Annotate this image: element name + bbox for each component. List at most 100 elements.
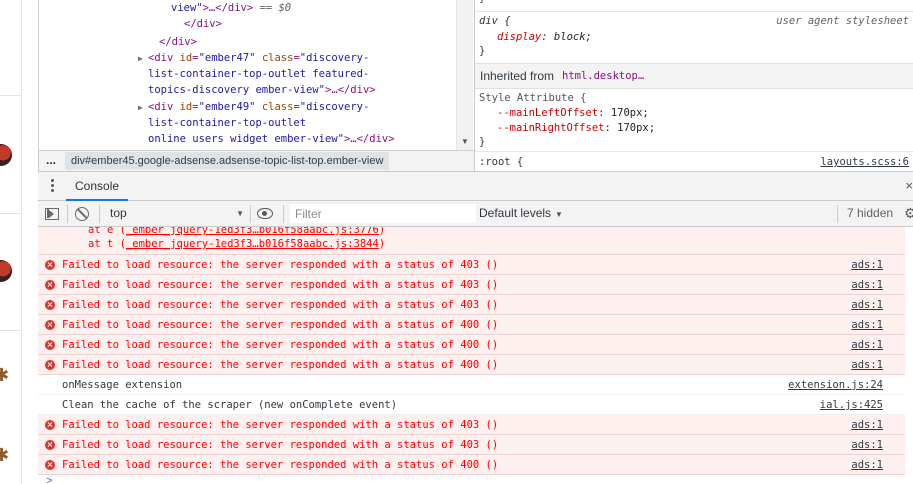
stack-frame-link[interactable]: _ember_jquery-1ed3f3…b016f58aabc.js:3776 [126, 227, 379, 236]
error-message-row[interactable]: × Failed to load resource: the server res… [38, 435, 913, 455]
dom-node-line[interactable]: online users widget ember-view">…</div> [148, 131, 395, 147]
close-drawer-icon[interactable]: × [905, 178, 913, 193]
console-messages[interactable]: at e (_ember_jquery-1ed3f3…b016f58aabc.j… [38, 227, 913, 484]
message-source-link[interactable]: extension.js:24 [788, 375, 883, 395]
error-message-row[interactable]: × Failed to load resource: the server res… [38, 355, 913, 375]
toolbar-divider [67, 205, 68, 223]
message-source-link[interactable]: ads:1 [851, 415, 883, 435]
inherited-element-link[interactable]: html.desktop… [562, 70, 644, 82]
rule-separator [475, 11, 913, 12]
error-message-row[interactable]: × Failed to load resource: the server res… [38, 275, 913, 295]
log-message-row[interactable]: onMessage extension extension.js:24 [38, 375, 913, 395]
root-rule-source-link[interactable]: layouts.scss:6 [820, 155, 909, 170]
style-attr-close: } [479, 136, 486, 148]
ant-avatar-icon[interactable]: ✱ [0, 365, 10, 387]
message-text: Failed to load resource: the server resp… [62, 439, 499, 451]
ant-avatar-icon[interactable]: ✱ [0, 445, 10, 467]
error-message-row[interactable]: × Failed to load resource: the server res… [38, 335, 913, 355]
style-attr-declaration[interactable]: --mainRightOffset: 170px; [497, 121, 655, 136]
message-source-link[interactable]: ads:1 [851, 335, 883, 355]
breadcrumb-selected-node[interactable]: div#ember45.google-adsense.adsense-topic… [65, 152, 390, 170]
error-message-row[interactable]: × Failed to load resource: the server res… [38, 415, 913, 435]
sidebar-toggle-icon[interactable] [45, 208, 59, 220]
expand-triangle-icon[interactable]: ▶ [138, 51, 148, 67]
dom-node-line[interactable]: ▶ <div id="ember49" class="discovery- [138, 99, 369, 115]
console-scrollbar[interactable] [905, 227, 913, 484]
log-message-row[interactable]: Clean the cache of the scraper (new onCo… [38, 395, 913, 415]
context-selector[interactable]: top ▼ [104, 201, 246, 226]
message-source-link[interactable]: ads:1 [851, 275, 883, 295]
log-levels-dropdown[interactable]: Default levels ▼ [479, 201, 563, 226]
message-text: Failed to load resource: the server resp… [62, 299, 499, 311]
styles-panel[interactable]: } div { user agent stylesheet display: b… [474, 0, 913, 171]
dom-node-line[interactable]: </div> [184, 16, 222, 32]
error-icon: × [45, 420, 55, 430]
clear-console-icon[interactable] [75, 207, 89, 221]
elements-panel[interactable]: view">…</div> == $0 </div> </div> ▶ <div id=… [38, 0, 474, 150]
css-prop-value[interactable]: 170px; [617, 122, 655, 134]
dom-token: list-container-top-outlet [148, 117, 307, 129]
message-source-link[interactable]: ads:1 [851, 455, 883, 475]
message-source-link[interactable]: ads:1 [851, 255, 883, 275]
message-source-link[interactable]: ial.js:425 [820, 395, 883, 415]
ua-rule-selector[interactable]: div { [479, 14, 511, 29]
error-message-row[interactable]: × Failed to load resource: the server res… [38, 315, 913, 335]
inherited-from-bar: Inherited from html.desktop… [475, 63, 913, 89]
css-prop-name[interactable]: --mainLeftOffset [497, 107, 598, 119]
breadcrumb-overflow[interactable]: ... [46, 153, 56, 167]
dom-node-line[interactable]: topics-discovery ember-view">…</div> [148, 82, 376, 98]
console-prompt[interactable]: > [38, 475, 913, 484]
css-prop-name[interactable]: display [497, 31, 541, 43]
dom-token: id [179, 101, 193, 113]
error-message-row[interactable]: × Failed to load resource: the server res… [38, 255, 913, 275]
filter-input[interactable] [290, 204, 476, 223]
elements-scrollbar[interactable] [456, 0, 473, 150]
page-strip: ✱ ✱ [0, 0, 22, 484]
style-attribute-header[interactable]: Style Attribute { [479, 91, 586, 106]
expand-triangle-icon[interactable]: ▶ [138, 100, 148, 116]
page-divider [0, 330, 22, 331]
error-message-row[interactable]: × Failed to load resource: the server res… [38, 455, 913, 475]
message-source-link[interactable]: ads:1 [851, 295, 883, 315]
message-source-link[interactable]: ads:1 [851, 435, 883, 455]
dom-node-line[interactable]: list-container-top-outlet [148, 115, 306, 131]
style-attr-declaration[interactable]: --mainLeftOffset: 170px; [497, 106, 649, 121]
user-avatar[interactable] [0, 260, 12, 282]
dom-token: </div> [159, 36, 197, 48]
error-icon: × [45, 280, 55, 290]
stack-trace: at e (_ember_jquery-1ed3f3…b016f58aabc.j… [38, 227, 913, 255]
gear-icon[interactable]: ⚙ [904, 206, 913, 222]
dom-node-line[interactable]: list-container-top-outlet featured- [148, 66, 369, 82]
root-rule-selector[interactable]: :root { [479, 155, 523, 170]
message-source-link[interactable]: ads:1 [851, 315, 883, 335]
error-icon: × [45, 460, 55, 470]
dom-token: "ember47" [198, 52, 256, 64]
console-toolbar: top ▼ Default levels▼ 7 hidden ⚙ [38, 201, 913, 227]
dom-token: >…</div> [202, 2, 254, 14]
css-prop-value[interactable]: block; [554, 31, 592, 43]
dom-node-line[interactable]: view">…</div> == $0 [171, 0, 291, 16]
css-prop-value[interactable]: 170px; [611, 107, 649, 119]
tab-console[interactable]: Console [66, 172, 129, 201]
stack-frame-link[interactable]: _ember_jquery-1ed3f3…b016f58aabc.js:3844 [126, 238, 379, 250]
user-avatar[interactable] [0, 144, 12, 166]
dom-token: <div [148, 52, 180, 64]
drawer-tabbar: Console × [38, 171, 913, 201]
css-prop-name[interactable]: --mainRightOffset [497, 122, 604, 134]
dom-token: "ember49" [198, 101, 256, 113]
ua-rule-declaration[interactable]: display: block; [497, 30, 592, 45]
log-levels-label: Default levels [479, 206, 552, 220]
message-text: Failed to load resource: the server resp… [62, 359, 499, 371]
dom-token: class [255, 101, 294, 113]
error-message-row[interactable]: × Failed to load resource: the server res… [38, 295, 913, 315]
error-icon: × [45, 360, 55, 370]
live-expression-eye-icon[interactable] [257, 208, 273, 219]
dom-token: class [255, 52, 294, 64]
dom-token: "discovery- [299, 52, 370, 64]
scroll-down-arrow-icon[interactable]: ▼ [461, 137, 469, 146]
dom-node-line[interactable]: </div> [159, 34, 197, 50]
message-source-link[interactable]: ads:1 [851, 355, 883, 375]
drawer-menu-icon[interactable] [50, 179, 56, 193]
dom-token: id [179, 52, 193, 64]
dom-node-line[interactable]: ▶ <div id="ember47" class="discovery- [138, 50, 369, 66]
